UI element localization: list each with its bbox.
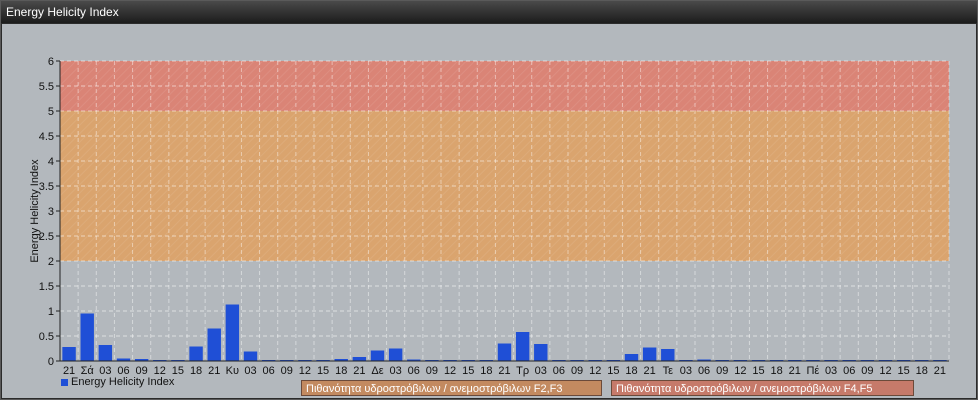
legend-swatch bbox=[61, 378, 68, 386]
widget-title: Energy Helicity Index bbox=[1, 1, 977, 23]
x-tick-label-24: 21 bbox=[498, 365, 510, 377]
bar-10[interactable] bbox=[243, 351, 258, 362]
bar-26[interactable] bbox=[534, 344, 548, 361]
x-tick-label-41: Πέ bbox=[806, 365, 819, 377]
x-tick-label-39: 18 bbox=[771, 365, 783, 377]
x-tick-label-12: 09 bbox=[281, 365, 293, 377]
y-tick-label-1: 0.5 bbox=[39, 331, 54, 343]
chart-plot: 00.511.522.533.544.555.5621 Σά 03 06 09 12 15 1… bbox=[2, 24, 976, 398]
x-tick-label-23: 18 bbox=[480, 365, 492, 377]
y-tick-label-0: 0 bbox=[48, 356, 54, 368]
band-label-f4-f5: Πιθανότητα υδροστρόβιλων / ανεμοστρόβιλω… bbox=[611, 380, 914, 396]
legend-label: Energy Helicity Index bbox=[71, 376, 175, 388]
x-tick-label-21: 12 bbox=[444, 365, 456, 377]
bar-33[interactable] bbox=[661, 349, 675, 361]
bar-18[interactable] bbox=[388, 348, 403, 362]
x-tick-label-29: 12 bbox=[589, 365, 601, 377]
x-tick-label-46: 15 bbox=[898, 365, 910, 377]
x-tick-label-19: 06 bbox=[408, 365, 420, 377]
y-tick-label-11: 5.5 bbox=[39, 81, 54, 93]
x-tick-label-32: 21 bbox=[644, 365, 656, 377]
x-tick-label-30: 15 bbox=[607, 365, 619, 377]
y-axis-title: Energy Helicity Index bbox=[29, 159, 41, 263]
x-tick-label-43: 06 bbox=[843, 365, 855, 377]
x-tick-label-10: 03 bbox=[244, 365, 256, 377]
x-tick-label-31: 18 bbox=[625, 365, 637, 377]
x-tick-label-8: 21 bbox=[208, 365, 220, 377]
bar-24[interactable] bbox=[497, 343, 512, 362]
y-tick-label-10: 5 bbox=[48, 106, 54, 118]
bar-0[interactable] bbox=[62, 347, 76, 361]
x-tick-label-28: 09 bbox=[571, 365, 583, 377]
x-tick-label-25: Τρ bbox=[516, 365, 529, 377]
y-tick-label-2: 1 bbox=[48, 306, 54, 318]
x-tick-label-14: 15 bbox=[317, 365, 329, 377]
bar-8[interactable] bbox=[207, 328, 221, 362]
x-tick-label-15: 18 bbox=[335, 365, 347, 377]
x-tick-label-22: 15 bbox=[462, 365, 474, 377]
chart-widget: Energy Helicity Index 0 0.5 1 1.5 2 2.5 3 3.5 4 4… bbox=[0, 0, 978, 400]
x-tick-label-16: 21 bbox=[353, 365, 365, 377]
x-tick-label-11: 06 bbox=[263, 365, 275, 377]
x-tick-label-20: 09 bbox=[426, 365, 438, 377]
x-tick-label-38: 15 bbox=[752, 365, 764, 377]
bar-1[interactable] bbox=[80, 313, 94, 362]
bar-7[interactable] bbox=[189, 346, 203, 362]
bar-31[interactable] bbox=[624, 354, 639, 361]
x-tick-label-33: Τε bbox=[663, 365, 674, 377]
x-tick-label-7: 18 bbox=[190, 365, 202, 377]
x-tick-label-26: 03 bbox=[535, 365, 547, 377]
x-tick-label-47: 18 bbox=[916, 365, 928, 377]
bar-25[interactable] bbox=[515, 332, 530, 361]
x-tick-label-17: Δε bbox=[371, 365, 383, 377]
x-tick-label-9: Κυ bbox=[226, 365, 239, 377]
y-tick-label-6: 3 bbox=[48, 206, 54, 218]
x-tick-label-18: 03 bbox=[390, 365, 402, 377]
x-tick-label-37: 12 bbox=[734, 365, 746, 377]
x-tick-label-45: 12 bbox=[879, 365, 891, 377]
y-tick-label-8: 4 bbox=[48, 156, 54, 168]
bar-16[interactable] bbox=[352, 357, 367, 361]
bar-2[interactable] bbox=[98, 345, 113, 361]
bar-32[interactable] bbox=[642, 347, 657, 362]
x-tick-label-42: 03 bbox=[825, 365, 837, 377]
y-tick-label-9: 4.5 bbox=[39, 131, 54, 143]
x-tick-label-40: 21 bbox=[789, 365, 801, 377]
x-tick-label-27: 06 bbox=[553, 365, 565, 377]
bar-17[interactable] bbox=[370, 350, 385, 362]
x-tick-label-13: 12 bbox=[299, 365, 311, 377]
x-tick-label-35: 06 bbox=[698, 365, 710, 377]
band-label-f2-f3: Πιθανότητα υδροστρόβιλων / ανεμοστρόβιλω… bbox=[301, 380, 602, 396]
y-tick-label-3: 1.5 bbox=[39, 281, 54, 293]
x-tick-label-34: 03 bbox=[680, 365, 692, 377]
y-tick-label-4: 2 bbox=[48, 256, 54, 268]
x-tick-label-36: 09 bbox=[716, 365, 728, 377]
x-tick-label-48: 21 bbox=[934, 365, 946, 377]
y-tick-label-12: 6 bbox=[48, 56, 54, 68]
bar-9[interactable] bbox=[225, 304, 240, 362]
legend[interactable]: Energy Helicity Index bbox=[61, 376, 174, 388]
x-tick-label-44: 09 bbox=[861, 365, 873, 377]
